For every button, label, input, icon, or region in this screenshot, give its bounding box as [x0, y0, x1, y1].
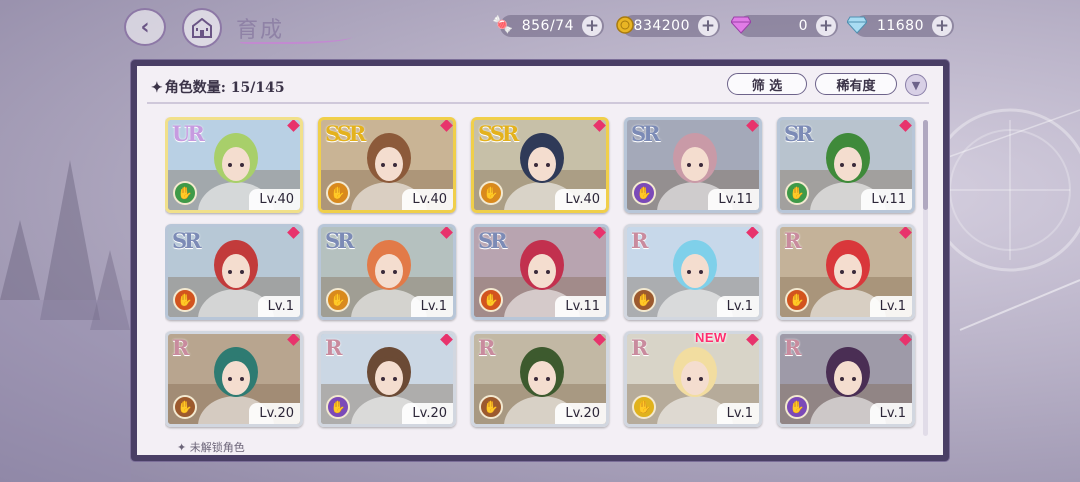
- rarity-label: SR: [325, 228, 355, 253]
- level-label: Lv.1: [257, 296, 300, 317]
- character-card[interactable]: SSR ✋ Lv.40: [318, 117, 456, 213]
- scrollbar[interactable]: [923, 120, 928, 436]
- filter-button[interactable]: 筛 选: [727, 73, 807, 95]
- rarity-label: R: [784, 228, 802, 253]
- character-card[interactable]: SR ✋ Lv.11: [777, 117, 915, 213]
- castle-home-icon: [192, 18, 212, 38]
- character-card[interactable]: UR ✋ Lv.40: [165, 117, 303, 213]
- level-label: Lv.40: [402, 189, 453, 210]
- top-bar: ‹ 育成 🍬 856/74 + 834200 + 0 + 11680 +: [0, 0, 1080, 56]
- attribute-icon: ✋: [479, 181, 503, 205]
- character-grid: UR ✋ Lv.40 SSR ✋ Lv.40 SSR ✋ Lv.40 SR ✋ Lv.11 SR ✋ Lv.…: [165, 117, 919, 444]
- attribute-icon: ✋: [632, 395, 656, 419]
- scrollbar-thumb[interactable]: [923, 120, 928, 210]
- attribute-icon: ✋: [326, 395, 350, 419]
- rarity-label: R: [631, 335, 649, 360]
- character-list-panel: ✦ 角色数量: 15/145 筛 选 稀有度 ▼ UR ✋ Lv.40 SSR ✋ Lv.4…: [131, 60, 949, 461]
- rarity-label: UR: [172, 121, 205, 146]
- add-diamond-button[interactable]: +: [932, 16, 952, 36]
- rarity-label: R: [325, 335, 343, 360]
- level-label: Lv.11: [861, 189, 912, 210]
- character-card[interactable]: R ✋ Lv.1: [777, 224, 915, 320]
- rarity-label: SR: [172, 228, 202, 253]
- level-label: Lv.1: [869, 296, 912, 317]
- character-card[interactable]: R ✋ Lv.1: [624, 331, 762, 427]
- next-section-label: ✦ 未解锁角色: [177, 441, 245, 454]
- attribute-icon: ✋: [173, 395, 197, 419]
- new-badge: NEW: [695, 330, 727, 345]
- sparkle-icon: ✦: [151, 80, 163, 96]
- rarity-sort-button[interactable]: 稀有度: [815, 73, 897, 95]
- attribute-icon: ✋: [479, 395, 503, 419]
- character-count-label: ✦ 角色数量: 15/145: [151, 80, 285, 96]
- attribute-icon: ✋: [173, 288, 197, 312]
- attribute-icon: ✋: [173, 181, 197, 205]
- back-arrow-icon: ‹: [140, 14, 150, 40]
- home-button[interactable]: [182, 8, 222, 48]
- currency-candy: 🍬 856/74 +: [492, 15, 604, 37]
- title-swash-decoration: [240, 32, 352, 44]
- rarity-label: R: [172, 335, 190, 360]
- level-label: Lv.1: [869, 403, 912, 424]
- currency-gold: 834200 +: [616, 15, 720, 37]
- level-label: Lv.40: [555, 189, 606, 210]
- level-label: Lv.40: [249, 189, 300, 210]
- add-candy-button[interactable]: +: [582, 16, 602, 36]
- sort-order-button[interactable]: ▼: [905, 74, 927, 96]
- candy-icon: 🍬: [492, 15, 514, 35]
- level-label: Lv.20: [249, 403, 300, 424]
- level-label: Lv.20: [402, 403, 453, 424]
- character-card[interactable]: R ✋ Lv.1: [777, 331, 915, 427]
- attribute-icon: ✋: [785, 288, 809, 312]
- attribute-icon: ✋: [785, 395, 809, 419]
- level-label: Lv.20: [555, 403, 606, 424]
- attribute-icon: ✋: [479, 288, 503, 312]
- gold-coin-icon: [612, 12, 638, 38]
- rarity-label: SR: [784, 121, 814, 146]
- attribute-icon: ✋: [326, 288, 350, 312]
- currency-pink-gem: 0 +: [731, 15, 838, 37]
- character-card[interactable]: R ✋ Lv.1: [624, 224, 762, 320]
- level-label: Lv.11: [555, 296, 606, 317]
- character-card[interactable]: R ✋ Lv.20: [318, 331, 456, 427]
- character-card[interactable]: R ✋ Lv.20: [165, 331, 303, 427]
- pink-gem-icon: [728, 12, 754, 38]
- attribute-icon: ✋: [632, 181, 656, 205]
- currency-diamond: 11680 +: [847, 15, 954, 37]
- level-label: Lv.1: [716, 403, 759, 424]
- attribute-icon: ✋: [785, 181, 809, 205]
- level-label: Lv.11: [708, 189, 759, 210]
- rarity-label: R: [478, 335, 496, 360]
- character-card[interactable]: SSR ✋ Lv.40: [471, 117, 609, 213]
- back-button[interactable]: ‹: [124, 8, 166, 46]
- rarity-label: SSR: [478, 121, 519, 146]
- attribute-icon: ✋: [326, 181, 350, 205]
- diamond-icon: [844, 12, 870, 38]
- rarity-label: SSR: [325, 121, 366, 146]
- rarity-label: SR: [478, 228, 508, 253]
- level-label: Lv.1: [716, 296, 759, 317]
- chevron-down-icon: ▼: [911, 78, 921, 92]
- character-card[interactable]: SR ✋ Lv.1: [318, 224, 456, 320]
- character-card[interactable]: SR ✋ Lv.1: [165, 224, 303, 320]
- add-gold-button[interactable]: +: [698, 16, 718, 36]
- header-divider: [147, 102, 929, 104]
- rarity-label: SR: [631, 121, 661, 146]
- rarity-label: R: [784, 335, 802, 360]
- character-card[interactable]: SR ✋ Lv.11: [624, 117, 762, 213]
- level-label: Lv.1: [410, 296, 453, 317]
- attribute-icon: ✋: [632, 288, 656, 312]
- add-pink-gem-button[interactable]: +: [816, 16, 836, 36]
- character-card[interactable]: R ✋ Lv.20: [471, 331, 609, 427]
- rarity-label: R: [631, 228, 649, 253]
- character-card[interactable]: SR ✋ Lv.11: [471, 224, 609, 320]
